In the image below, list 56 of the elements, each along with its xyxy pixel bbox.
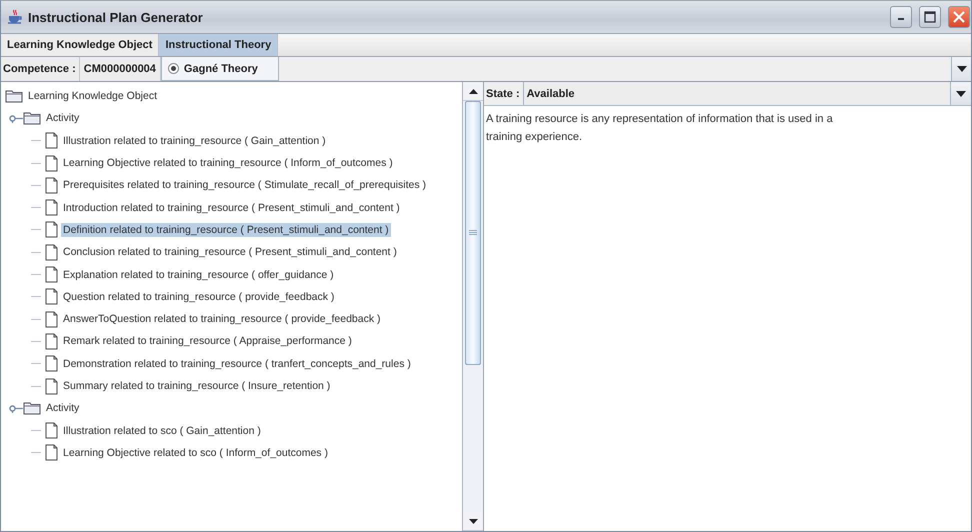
tree-item[interactable]: Definition related to training_resource ( Present_stimuli_and_content ) xyxy=(61,222,391,237)
document-icon xyxy=(45,355,58,372)
tree-item[interactable]: Remark related to training_resource ( Appraise_performance ) xyxy=(61,334,354,348)
document-icon xyxy=(45,199,58,216)
scrollbar[interactable] xyxy=(463,82,484,531)
expanded-handle-icon[interactable] xyxy=(9,404,23,413)
document-icon xyxy=(45,332,58,350)
tree-item[interactable]: Introduction related to training_resource ( Present_stimuli_and_content ) xyxy=(61,200,402,215)
close-icon xyxy=(953,11,965,23)
tree-item[interactable]: Conclusion related to training_resource ( Present_stimuli_and_content ) xyxy=(61,245,399,260)
document-icon xyxy=(45,244,58,261)
close-button[interactable] xyxy=(948,6,970,28)
document-icon xyxy=(45,378,58,394)
tree-item[interactable]: Explanation related to training_resource ( offer_guidance ) xyxy=(61,268,336,282)
document-icon xyxy=(45,176,58,194)
expanded-handle-icon[interactable] xyxy=(9,114,23,123)
scroll-up-icon[interactable] xyxy=(468,88,478,94)
tab[interactable]: Learning Knowledge Object xyxy=(1,34,160,56)
theory-radio[interactable]: Gagné Theory xyxy=(160,57,279,81)
tree-item[interactable]: Illustration related to sco ( Gain_attention ) xyxy=(61,424,263,438)
scroll-down-icon[interactable] xyxy=(468,518,478,524)
document-icon xyxy=(45,422,58,440)
document-icon xyxy=(45,221,58,238)
tree-item[interactable]: Learning Objective related to sco ( Inform_of_outcomes ) xyxy=(61,446,330,460)
radio-label: Gagné Theory xyxy=(184,62,258,74)
minimize-button[interactable] xyxy=(890,6,912,28)
document-icon xyxy=(45,310,58,328)
competence-label: Competence : xyxy=(2,62,77,77)
maximize-icon xyxy=(924,11,936,23)
maximize-button[interactable] xyxy=(919,6,941,28)
tree-item[interactable]: AnswerToQuestion related to training_resource ( provide_feedback ) xyxy=(61,312,383,326)
document-icon xyxy=(45,288,58,306)
scroll-thumb[interactable] xyxy=(465,101,481,365)
description-text: A training resource is any representation of information that is used in a training experience. xyxy=(486,112,834,145)
tree-item[interactable]: Activity xyxy=(44,111,82,126)
document-icon xyxy=(45,132,58,150)
document-icon xyxy=(45,266,58,284)
folder-icon xyxy=(5,89,23,104)
dropdown-arrow-icon xyxy=(956,90,966,96)
tree-item[interactable]: Activity xyxy=(44,401,82,416)
document-icon xyxy=(45,154,58,172)
tree-item[interactable]: Question related to training_resource ( provide_feedback ) xyxy=(61,290,336,304)
state-dropdown[interactable]: Available xyxy=(524,82,971,105)
tree-item[interactable]: Demonstration related to training_resource ( tranfert_concepts_and_rules ) xyxy=(61,356,413,371)
coffee-cup-icon xyxy=(7,9,23,25)
tree-item[interactable]: Learning Objective related to training_resource ( Inform_of_outcomes ) xyxy=(61,156,395,170)
tree-item[interactable]: Illustration related to training_resource ( Gain_attention ) xyxy=(61,134,328,148)
tree-item[interactable]: Summary related to training_resource ( Insure_retention ) xyxy=(61,379,332,393)
tree-item[interactable]: Learning Knowledge Object xyxy=(26,89,160,104)
folder-icon xyxy=(23,401,41,416)
document-icon xyxy=(45,444,58,462)
tab[interactable]: Instructional Theory xyxy=(159,34,278,56)
tree-item[interactable]: Prerequisites related to training_resource ( Stimulate_recall_of_prerequisites ) xyxy=(61,178,428,192)
folder-icon xyxy=(23,111,41,126)
window-title: Instructional Plan Generator xyxy=(28,10,204,24)
competence-value: CM000000004 xyxy=(78,57,161,81)
